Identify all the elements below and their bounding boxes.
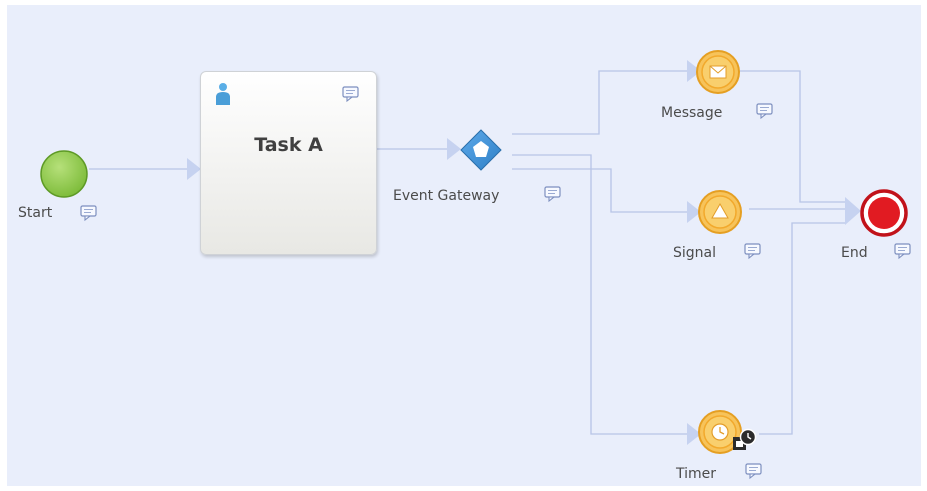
signal-event[interactable] [697, 189, 743, 235]
user-icon [216, 83, 230, 105]
flow-gateway-to-message [512, 70, 687, 135]
timer-event[interactable] [697, 409, 757, 461]
comment-icon[interactable] [743, 242, 763, 260]
comment-icon[interactable] [543, 185, 563, 203]
message-event[interactable] [695, 49, 741, 95]
sequence-flows [89, 60, 861, 445]
end-label: End [841, 245, 868, 261]
comment-icon[interactable] [744, 462, 764, 480]
event-gateway-label: Event Gateway [393, 188, 500, 204]
task-title: Task A [254, 134, 323, 156]
flow-gateway-to-signal [512, 168, 687, 213]
comment-icon[interactable] [755, 102, 775, 120]
start-label: Start [18, 205, 53, 221]
timer-label: Timer [676, 466, 717, 482]
comment-icon[interactable] [893, 242, 913, 260]
clock-icon [711, 423, 729, 441]
flow-message-to-end [739, 70, 845, 203]
start-event[interactable] [38, 148, 90, 200]
comment-icon[interactable] [79, 204, 99, 222]
envelope-icon [709, 65, 727, 79]
message-label: Message [661, 105, 723, 121]
event-gateway[interactable] [460, 129, 502, 171]
flow-timer-to-end [759, 222, 845, 435]
end-event[interactable] [859, 188, 909, 238]
arrow-to-gateway [447, 138, 461, 160]
flow-gateway-to-timer [512, 154, 687, 435]
diagram-canvas[interactable]: Start Task A Event Gateway Message Signa… [7, 5, 921, 486]
signal-label: Signal [673, 245, 717, 261]
task-a[interactable]: Task A [200, 71, 377, 255]
arrow-to-task [187, 158, 201, 180]
comment-icon[interactable] [341, 85, 361, 103]
